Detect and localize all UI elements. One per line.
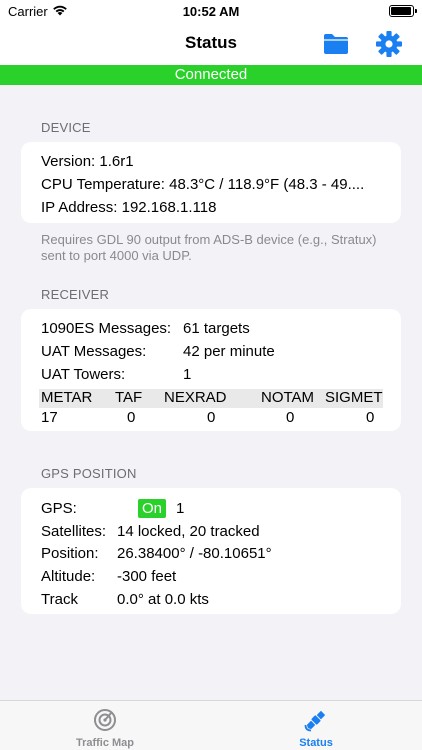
receiver-uat-messages-label: UAT Messages: (41, 343, 147, 360)
track-value: 0.0° at 0.0 kts (117, 591, 209, 608)
column-header-sigmet: SIGMET (325, 389, 383, 406)
receiver-uat-towers-label: UAT Towers: (41, 366, 126, 383)
tab-traffic-map[interactable]: Traffic Map (40, 701, 170, 750)
device-footnote: Requires GDL 90 output from ADS-B device… (41, 232, 377, 263)
tab-status[interactable]: Status (251, 701, 381, 750)
position-value: 26.38400° / -80.10651° (117, 545, 272, 562)
gps-card: GPS: On 1 Satellites: 14 locked, 20 trac… (21, 488, 401, 614)
folder-icon[interactable] (322, 30, 350, 58)
battery-icon (389, 5, 417, 17)
position-label: Position: (41, 545, 99, 562)
satellite-icon (304, 711, 325, 732)
column-header-notam: NOTAM (261, 389, 315, 406)
device-version: Version: 1.6r1 (41, 153, 134, 170)
altitude-label: Altitude: (41, 568, 96, 585)
gps-count: 1 (176, 500, 185, 517)
value-taf: 0 (127, 409, 136, 426)
column-header-taf: TAF (115, 389, 143, 406)
navigation-bar: Status (0, 24, 422, 65)
tab-status-label: Status (299, 737, 333, 749)
receiver-section-header: RECEIVER (41, 287, 110, 302)
value-sigmet: 0 (366, 409, 375, 426)
gps-on-badge: On (138, 499, 166, 518)
altitude-value: -300 feet (117, 568, 177, 585)
receiver-1090es-label: 1090ES Messages: (41, 320, 172, 337)
device-ip-address: IP Address: 192.168.1.118 (41, 199, 217, 216)
radar-icon (94, 709, 116, 731)
column-header-metar: METAR (41, 389, 93, 406)
status-bar: Carrier 10:52 AM (0, 0, 422, 24)
tab-bar: Traffic Map Status (0, 700, 422, 750)
value-notam: 0 (286, 409, 295, 426)
receiver-uat-messages-value: 42 per minute (183, 343, 275, 360)
connection-status-banner: Connected (0, 65, 422, 85)
receiver-card: 1090ES Messages: 61 targets UAT Messages… (21, 309, 401, 431)
device-section-header: DEVICE (41, 120, 91, 135)
gps-section-header: GPS POSITION (41, 466, 137, 481)
receiver-uat-towers-value: 1 (183, 366, 192, 383)
clock: 10:52 AM (182, 4, 240, 19)
track-label: Track (41, 591, 78, 608)
receiver-1090es-value: 61 targets (183, 320, 250, 337)
page-title: Status (185, 33, 237, 52)
satellites-label: Satellites: (41, 523, 107, 540)
gps-label: GPS: (41, 500, 77, 517)
gear-icon[interactable] (375, 30, 403, 58)
device-cpu-temperature: CPU Temperature: 48.3°C / 118.9°F (48.3 … (41, 176, 365, 193)
device-card: Version: 1.6r1 CPU Temperature: 48.3°C /… (21, 142, 401, 223)
column-header-nexrad: NEXRAD (164, 389, 227, 406)
value-metar: 17 (41, 409, 58, 426)
value-nexrad: 0 (207, 409, 216, 426)
tab-traffic-map-label: Traffic Map (75, 737, 135, 749)
satellites-value: 14 locked, 20 tracked (117, 523, 260, 540)
